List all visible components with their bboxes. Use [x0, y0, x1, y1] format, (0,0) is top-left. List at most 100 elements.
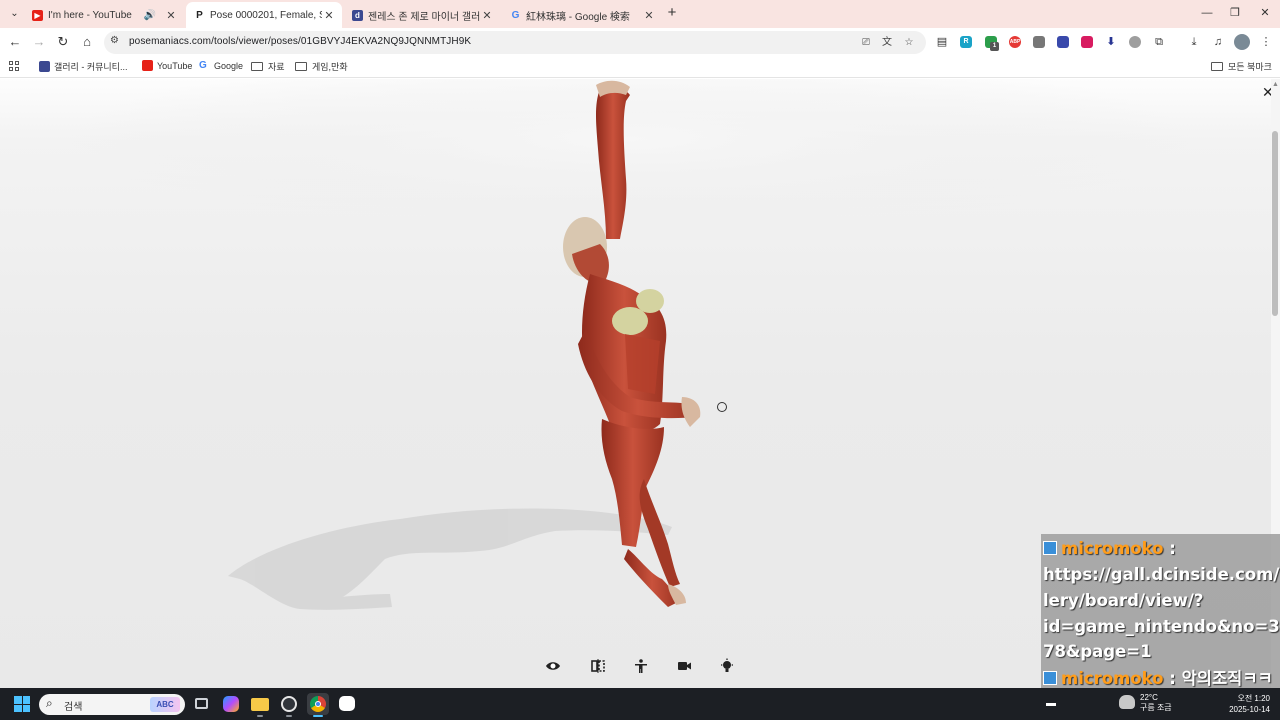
- back-icon[interactable]: ←: [6, 33, 24, 51]
- forward-icon[interactable]: →: [30, 33, 48, 51]
- windows-taskbar: ⌕ 검색 ABC ▬ 22°C 구름 조금 오전 1:20 2025-10-14: [0, 688, 1280, 720]
- chat-text: 악의조직ㅋㅋ: [1181, 669, 1273, 688]
- profile-avatar[interactable]: [1234, 34, 1250, 50]
- extension-store-icon[interactable]: [1033, 36, 1045, 48]
- chat-username: micromoko: [1061, 539, 1164, 558]
- bookmark-label: 게임,만화: [312, 62, 348, 72]
- menu-kebab-icon[interactable]: ⋮: [1258, 34, 1274, 50]
- chat-overlay: micromoko : https://gall.dcinside.com/mg…: [1041, 534, 1280, 688]
- dcinside-icon: [39, 61, 50, 72]
- close-tab-icon[interactable]: ✕: [322, 9, 336, 22]
- chat-message: micromoko : 악의조직ㅋㅋ: [1043, 666, 1273, 688]
- bookmark-folder-games[interactable]: 게임,만화: [295, 60, 348, 73]
- clock-date: 2025-10-14: [1229, 705, 1270, 714]
- google-icon: G: [199, 60, 207, 71]
- download-icon[interactable]: ⤓: [1186, 34, 1202, 50]
- close-tab-icon[interactable]: ✕: [164, 9, 178, 22]
- search-icon: ⌕: [46, 696, 53, 710]
- figure-icon[interactable]: [633, 658, 651, 676]
- apps-grid-icon[interactable]: [9, 61, 19, 71]
- new-tab-button[interactable]: +: [664, 5, 680, 21]
- audio-playing-icon[interactable]: 🔊: [144, 10, 156, 21]
- folder-icon: [251, 62, 263, 71]
- light-icon[interactable]: [719, 658, 737, 676]
- folder-icon: [295, 62, 307, 71]
- chat-separator: :: [1163, 539, 1176, 558]
- eye-icon[interactable]: [545, 658, 563, 676]
- dcinside-icon: d: [352, 9, 363, 21]
- all-bookmarks[interactable]: 모든 북마크: [1211, 60, 1272, 73]
- extension-blue-icon[interactable]: [1057, 36, 1069, 48]
- home-icon[interactable]: ⌂: [78, 33, 96, 51]
- site-info-icon[interactable]: ⚙: [110, 35, 119, 46]
- tab-dcinside[interactable]: d 젠레스 존 제로 마이너 갤러리 ✕: [344, 3, 500, 27]
- obs-icon[interactable]: [278, 693, 300, 717]
- camera-icon[interactable]: [676, 658, 694, 676]
- browser-toolbar: ← → ↻ ⌂ ⚙ posemaniacs.com/tools/viewer/p…: [0, 28, 1280, 56]
- bookmark-gallery[interactable]: 갤러리 - 커뮤니티...: [39, 60, 127, 73]
- floor-highlight: [70, 79, 1190, 229]
- tab-posemaniacs[interactable]: P Pose 0000201, Female, Standin ✕: [186, 2, 342, 28]
- url-text[interactable]: posemaniacs.com/tools/viewer/poses/01GBV…: [129, 36, 471, 47]
- bookmark-label: 자료: [268, 62, 285, 72]
- taskbar-search[interactable]: ⌕ 검색 ABC: [39, 694, 185, 715]
- tab-google[interactable]: G 紅林珠璃 - Google 検索 ✕: [502, 3, 662, 27]
- copilot-icon[interactable]: [220, 693, 242, 715]
- extension-badge: 1: [990, 42, 999, 51]
- tab-search-button[interactable]: ⌄: [6, 5, 23, 22]
- file-explorer-icon[interactable]: [249, 693, 271, 717]
- translate-icon[interactable]: 文: [880, 36, 894, 50]
- download-helper-icon[interactable]: ⬇: [1105, 36, 1117, 48]
- google-icon: G: [511, 9, 520, 21]
- mirror-icon[interactable]: [590, 658, 608, 676]
- extension-red-icon[interactable]: [1081, 36, 1093, 48]
- cloudy-weather-icon: [1119, 695, 1135, 709]
- scrollbar-thumb[interactable]: [1272, 131, 1278, 316]
- chat-message: micromoko :: [1043, 536, 1176, 562]
- tab-youtube[interactable]: ▶ I'm here - YouTube 🔊 ✕: [24, 3, 184, 27]
- extensions-puzzle-icon[interactable]: ⧉: [1151, 34, 1167, 50]
- weather-condition: 구름 조금: [1140, 703, 1172, 712]
- windows-start-icon[interactable]: [14, 696, 30, 712]
- task-view-icon[interactable]: [191, 693, 213, 715]
- bookmark-folder-files[interactable]: 자료: [251, 60, 285, 73]
- reload-icon[interactable]: ↻: [54, 33, 72, 51]
- media-control-icon[interactable]: ♫: [1210, 34, 1226, 50]
- minimize-button[interactable]: —: [1192, 3, 1222, 23]
- maximize-button[interactable]: ❐: [1220, 3, 1250, 23]
- bookmark-label: Google: [214, 60, 244, 71]
- reader-mode-icon[interactable]: ▤: [934, 34, 950, 50]
- chat-user-badge-icon: [1043, 541, 1057, 555]
- tab-title: 紅林珠璃 - Google 検索: [526, 11, 630, 23]
- bookmark-google[interactable]: G Google: [199, 60, 243, 71]
- folder-icon: [1211, 62, 1223, 71]
- chat-user-badge-icon: [1043, 671, 1057, 685]
- chat-username: micromoko: [1061, 669, 1164, 688]
- chat-app-icon[interactable]: [336, 693, 358, 715]
- weather-temp: 22°C: [1140, 693, 1158, 702]
- address-bar[interactable]: ⚙ posemaniacs.com/tools/viewer/poses/01G…: [104, 31, 926, 54]
- extension-r-icon[interactable]: R: [960, 36, 972, 48]
- extension-gray-icon[interactable]: [1129, 36, 1141, 48]
- chat-message-line: 78&page=1: [1043, 642, 1152, 661]
- bookmark-label: 갤러리 - 커뮤니티...: [54, 62, 128, 72]
- clock-time: 오전 1:20: [1237, 694, 1270, 703]
- bookmark-youtube[interactable]: YouTube: [142, 60, 192, 71]
- system-clock[interactable]: 오전 1:20 2025-10-14: [1226, 693, 1270, 715]
- close-tab-icon[interactable]: ✕: [480, 9, 494, 22]
- close-tab-icon[interactable]: ✕: [642, 9, 656, 22]
- bookmark-label: 모든 북마크: [1228, 62, 1272, 72]
- adblock-icon[interactable]: ABP: [1009, 36, 1021, 48]
- tray-app-icon[interactable]: ▬: [1046, 698, 1058, 710]
- close-window-button[interactable]: ✕: [1250, 3, 1280, 23]
- busy-cursor-icon: [717, 402, 727, 412]
- bookmark-star-icon[interactable]: ☆: [902, 36, 916, 50]
- posemaniacs-icon: P: [196, 9, 203, 21]
- chrome-icon[interactable]: [307, 693, 329, 717]
- chat-message-line: https://gall.dcinside.com/mgal: [1043, 565, 1280, 584]
- chat-message-line: lery/board/view/?: [1043, 591, 1204, 610]
- scroll-up-arrow-icon[interactable]: ▲: [1272, 81, 1279, 88]
- install-app-icon[interactable]: ⎚: [859, 36, 873, 50]
- tab-strip: ⌄ ▶ I'm here - YouTube 🔊 ✕ P Pose 000020…: [0, 0, 1280, 28]
- youtube-icon: [142, 60, 153, 71]
